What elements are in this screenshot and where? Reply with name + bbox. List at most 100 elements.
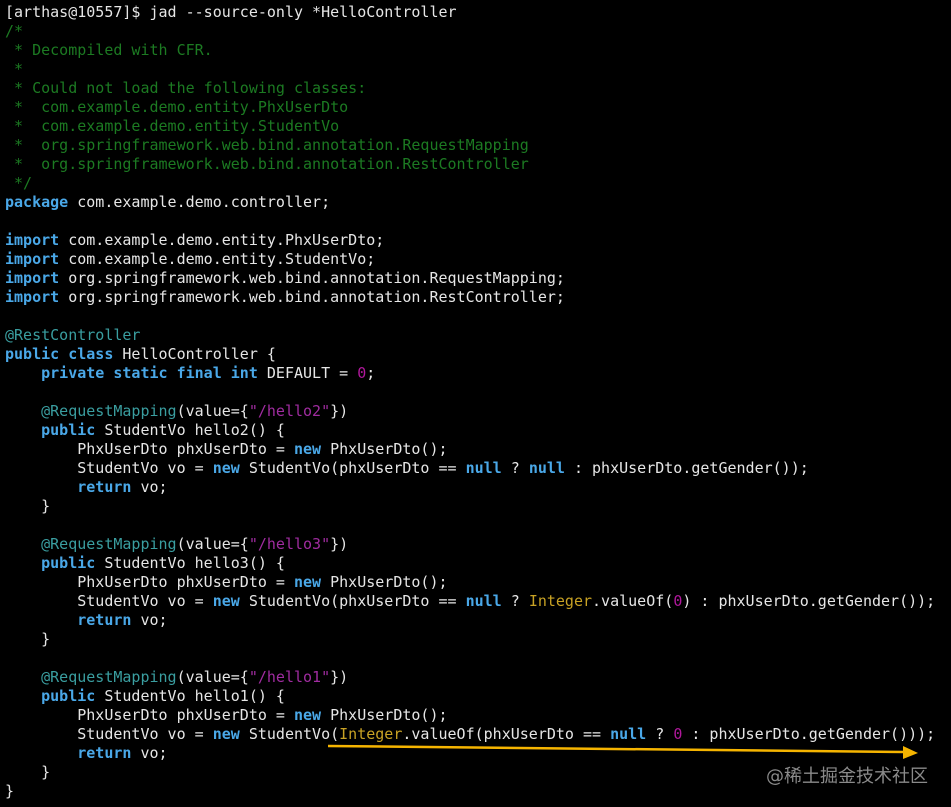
- code-line: @RequestMapping(value={"/hello1"}): [5, 668, 935, 687]
- code-line: * Could not load the following classes:: [5, 79, 935, 98]
- code-token: }): [330, 402, 349, 420]
- code-token: 0: [357, 364, 367, 382]
- code-line: *: [5, 60, 935, 79]
- code-line: public class HelloController {: [5, 345, 935, 364]
- code-token: return: [77, 611, 132, 629]
- code-token: PhxUserDto phxUserDto =: [5, 573, 294, 591]
- code-token: null: [465, 592, 502, 610]
- code-line: return vo;: [5, 478, 935, 497]
- code-line: import org.springframework.web.bind.anno…: [5, 288, 935, 307]
- code-token: com.example.demo.entity.PhxUserDto;: [59, 231, 385, 249]
- code-line: @RequestMapping(value={"/hello2"}): [5, 402, 935, 421]
- code-line: import com.example.demo.entity.StudentVo…: [5, 250, 935, 269]
- code-token: PhxUserDto();: [321, 706, 448, 724]
- code-token: import: [5, 231, 60, 249]
- code-token: public: [41, 554, 96, 572]
- code-line: package com.example.demo.controller;: [5, 193, 935, 212]
- code-line: private static final int DEFAULT = 0;: [5, 364, 935, 383]
- code-token: * com.example.demo.entity.StudentVo: [5, 117, 340, 135]
- code-token: (value={: [176, 668, 249, 686]
- code-token: new: [212, 592, 240, 610]
- highlight-arrow: [328, 744, 918, 759]
- code-token: StudentVo hello3() {: [95, 554, 285, 572]
- code-token: [arthas@10557]$ jad --source-only *Hello…: [5, 3, 457, 21]
- code-token: package: [5, 193, 69, 211]
- code-line: import org.springframework.web.bind.anno…: [5, 269, 935, 288]
- code-token: new: [293, 440, 322, 458]
- code-line: StudentVo vo = new StudentVo(phxUserDto …: [5, 459, 935, 478]
- code-token: import: [5, 288, 60, 306]
- code-token: * org.springframework.web.bind.annotatio…: [5, 136, 529, 154]
- code-line: return vo;: [5, 611, 935, 630]
- code-line: public StudentVo hello2() {: [5, 421, 935, 440]
- code-line: * com.example.demo.entity.StudentVo: [5, 117, 935, 136]
- code-token: "/hello1": [248, 668, 331, 686]
- code-line: PhxUserDto phxUserDto = new PhxUserDto()…: [5, 706, 935, 725]
- code-token: public class: [5, 345, 114, 363]
- code-line: public StudentVo hello3() {: [5, 554, 935, 573]
- code-token: vo;: [131, 611, 168, 629]
- code-token: @RequestMapping: [41, 668, 177, 686]
- code-line: @RestController: [5, 326, 935, 345]
- code-token: PhxUserDto phxUserDto =: [5, 440, 294, 458]
- code-token: com.example.demo.controller;: [68, 193, 331, 211]
- command-line: [arthas@10557]$ jad --source-only *Hello…: [5, 3, 935, 22]
- code-token: @RequestMapping: [41, 402, 177, 420]
- code-line: PhxUserDto phxUserDto = new PhxUserDto()…: [5, 440, 935, 459]
- code-token: new: [293, 573, 322, 591]
- code-token: StudentVo vo =: [5, 725, 213, 743]
- code-line: import com.example.demo.entity.PhxUserDt…: [5, 231, 935, 250]
- code-line: @RequestMapping(value={"/hello3"}): [5, 535, 935, 554]
- code-token: : phxUserDto.getGender());: [564, 459, 809, 477]
- code-token: StudentVo vo =: [5, 592, 213, 610]
- code-token: StudentVo(: [239, 725, 340, 743]
- code-token: null: [528, 459, 565, 477]
- code-line: */: [5, 174, 935, 193]
- code-line: * org.springframework.web.bind.annotatio…: [5, 136, 935, 155]
- code-token: @RequestMapping: [41, 535, 177, 553]
- code-line: public StudentVo hello1() {: [5, 687, 935, 706]
- code-token: import: [5, 250, 60, 268]
- code-token: StudentVo(phxUserDto ==: [239, 459, 466, 477]
- code-line: * org.springframework.web.bind.annotatio…: [5, 155, 935, 174]
- code-token: */: [5, 174, 33, 192]
- code-token: PhxUserDto();: [321, 573, 448, 591]
- code-token: @RestController: [5, 326, 141, 344]
- code-token: .valueOf(: [592, 592, 674, 610]
- code-token: org.springframework.web.bind.annotation.…: [59, 269, 565, 287]
- code-token: StudentVo(phxUserDto ==: [239, 592, 466, 610]
- watermark: @稀土掘金技术社区: [766, 766, 928, 787]
- code-line: /*: [5, 22, 935, 41]
- code-token: PhxUserDto phxUserDto =: [5, 706, 294, 724]
- code-token: ;: [366, 364, 376, 382]
- code-token: return: [77, 478, 132, 496]
- code-token: new: [212, 459, 240, 477]
- code-line: * Decompiled with CFR.: [5, 41, 935, 60]
- code-token: vo;: [131, 478, 168, 496]
- code-token: }): [330, 535, 349, 553]
- code-token: HelloController {: [113, 345, 276, 363]
- code-token: ?: [501, 592, 529, 610]
- code-token: ) : phxUserDto.getGender());: [682, 592, 936, 610]
- code-token: * Decompiled with CFR.: [5, 41, 213, 59]
- code-token: new: [212, 725, 240, 743]
- code-token: }): [330, 668, 349, 686]
- code-token: }: [5, 763, 51, 781]
- code-token: Integer: [528, 592, 593, 610]
- code-token: *: [5, 60, 24, 78]
- code-token: StudentVo hello2() {: [95, 421, 285, 439]
- code-token: public: [41, 421, 96, 439]
- code-token: /*: [5, 22, 24, 40]
